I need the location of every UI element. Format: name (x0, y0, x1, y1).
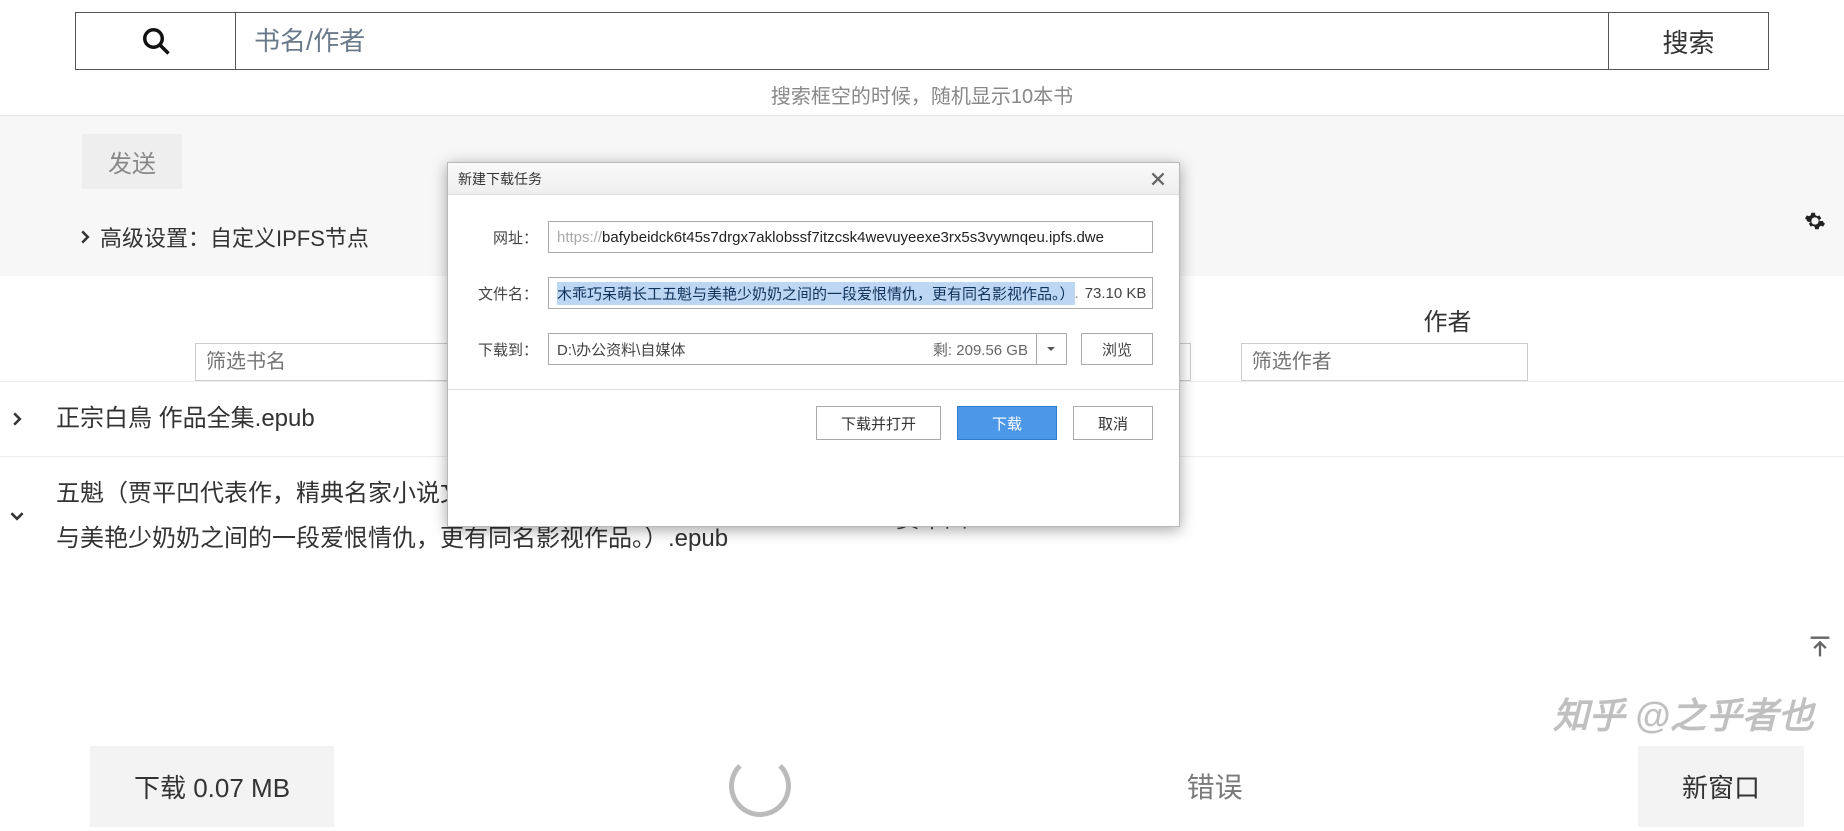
error-label: 错误 (1187, 766, 1243, 806)
url-field[interactable]: https://bafybeidck6t45s7drgx7aklobssf7it… (548, 221, 1153, 253)
saveto-field[interactable]: D:\办公资料\自媒体 剩: 209.56 GB (548, 333, 1037, 365)
file-size: 73.10 KB (1085, 285, 1147, 302)
filename-selected: 木乖巧呆萌长工五魁与美艳少奶奶之间的一段爱恨情仇，更有同名影视作品。） (557, 282, 1075, 305)
search-input[interactable] (236, 13, 1608, 69)
remaining-space: 剩: 209.56 GB (933, 339, 1028, 360)
label-filename: 文件名： (474, 283, 538, 304)
dialog-title: 新建下载任务 (458, 169, 542, 189)
filter-author-input[interactable] (1241, 343, 1528, 381)
cancel-button[interactable]: 取消 (1073, 406, 1153, 440)
close-icon[interactable] (1147, 172, 1169, 186)
save-path: D:\办公资料\自媒体 (557, 339, 685, 360)
gear-icon[interactable] (1804, 210, 1826, 232)
spinner-icon (729, 755, 791, 817)
search-hint: 搜索框空的时候，随机显示10本书 (0, 80, 1844, 109)
chevron-down-icon (10, 509, 50, 523)
chevron-right-icon (10, 412, 50, 426)
scroll-top-icon[interactable] (1806, 633, 1834, 661)
url-scheme: https:// (557, 229, 602, 246)
filename-field[interactable]: 木乖巧呆萌长工五魁与美艳少奶奶之间的一段爱恨情仇，更有同名影视作品。）.73.1… (548, 277, 1153, 309)
download-confirm-button[interactable]: 下载 (957, 406, 1057, 440)
download-button[interactable]: 下载 0.07 MB (90, 746, 334, 827)
url-value: bafybeidck6t45s7drgx7aklobssf7itzcsk4wev… (602, 229, 1104, 246)
saveto-dropdown-icon[interactable] (1037, 333, 1067, 365)
download-dialog: 新建下载任务 网址： https://bafybeidck6t45s7drgx7… (447, 162, 1180, 527)
label-saveto: 下载到： (474, 339, 538, 360)
browse-button[interactable]: 浏览 (1081, 333, 1153, 365)
search-icon (76, 13, 236, 69)
send-button[interactable]: 发送 (82, 134, 182, 189)
advanced-label: 高级设置：自定义IPFS节点 (100, 221, 369, 253)
bottom-bar: 下载 0.07 MB 错误 新窗口 (0, 741, 1844, 831)
download-and-open-button[interactable]: 下载并打开 (816, 406, 941, 440)
search-button[interactable]: 搜索 (1608, 13, 1768, 69)
chevron-right-icon (78, 230, 92, 244)
dialog-titlebar: 新建下载任务 (448, 163, 1179, 195)
search-bar: 搜索 (75, 12, 1769, 70)
label-url: 网址： (474, 227, 538, 248)
watermark: 知乎 @之乎者也 (1553, 687, 1814, 739)
new-window-button[interactable]: 新窗口 (1638, 746, 1804, 827)
